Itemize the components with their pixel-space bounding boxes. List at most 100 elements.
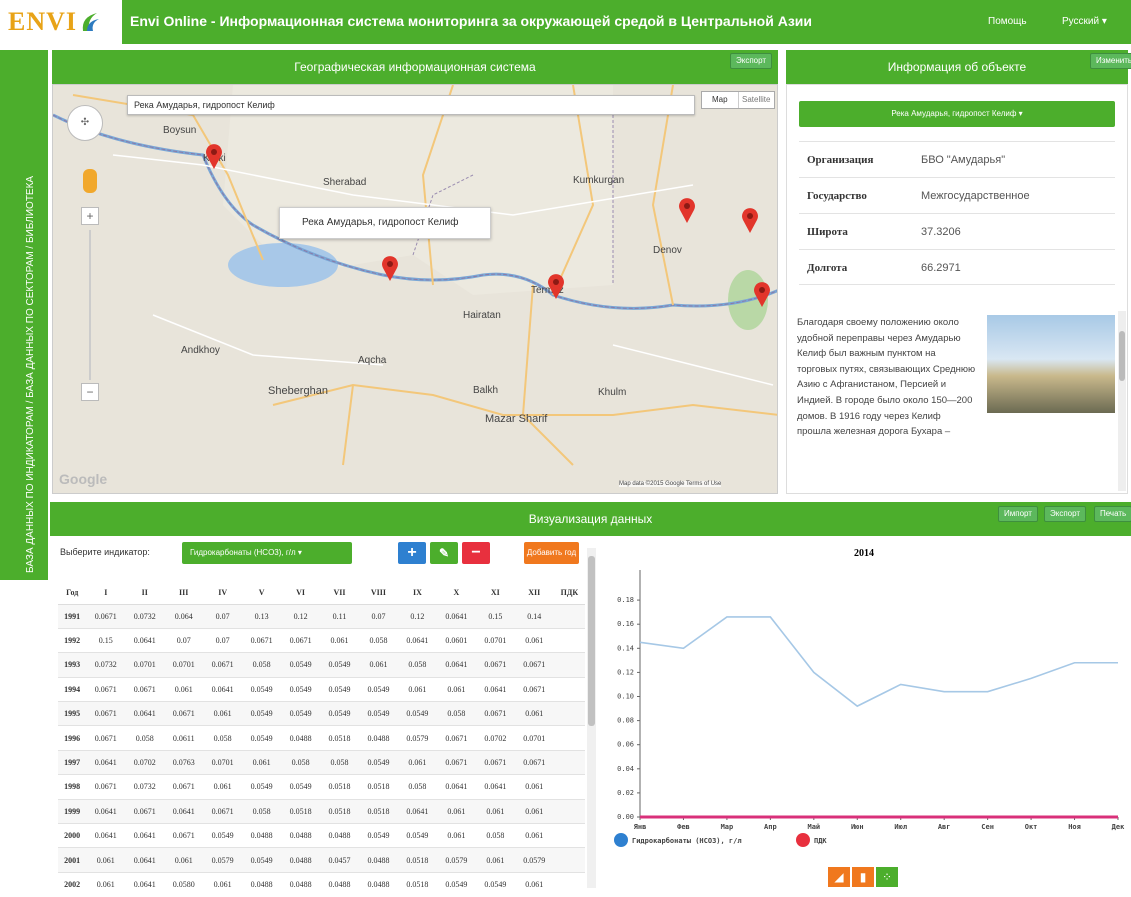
value-cell[interactable]: 0.061 <box>359 652 398 678</box>
map-marker-icon[interactable] <box>381 255 399 281</box>
value-cell[interactable]: 0.0641 <box>436 652 476 678</box>
year-cell[interactable]: 1992 <box>58 627 87 653</box>
legend-label[interactable]: ПДК <box>814 837 827 845</box>
year-cell[interactable]: 1993 <box>58 652 87 678</box>
value-cell[interactable]: 0.0579 <box>514 847 554 873</box>
value-cell[interactable]: 0.058 <box>203 725 243 751</box>
value-cell[interactable]: 0.0488 <box>281 871 321 897</box>
map-type-map[interactable]: Map <box>702 92 738 108</box>
value-cell[interactable]: 0.0701 <box>514 725 554 751</box>
envi-logo[interactable]: ENVI <box>0 0 122 44</box>
value-cell[interactable] <box>553 627 585 653</box>
year-cell[interactable]: 1997 <box>58 749 87 775</box>
map-info-popup[interactable]: Река Амударья, гидропост Келиф <box>279 207 491 239</box>
value-cell[interactable] <box>553 774 585 800</box>
value-cell[interactable] <box>553 847 585 873</box>
area-chart-button[interactable]: ◢ <box>828 867 850 887</box>
value-cell[interactable]: 0.0549 <box>475 871 515 897</box>
value-cell[interactable]: 0.064 <box>164 603 204 629</box>
indicator-dropdown[interactable]: Гидрокарбонаты (HCO3), г/л ▾ <box>182 542 352 564</box>
table-scrollbar[interactable] <box>587 548 596 888</box>
value-cell[interactable]: 0.15 <box>86 627 126 653</box>
value-cell[interactable]: 0.0549 <box>203 823 243 848</box>
value-cell[interactable]: 0.0549 <box>242 701 282 726</box>
value-cell[interactable]: 0.07 <box>203 627 243 653</box>
value-cell[interactable]: 0.0641 <box>86 749 126 775</box>
value-cell[interactable]: 0.0641 <box>164 798 204 824</box>
value-cell[interactable]: 0.0671 <box>436 725 476 751</box>
value-cell[interactable]: 0.061 <box>242 749 282 775</box>
value-cell[interactable]: 0.0549 <box>242 847 282 873</box>
value-cell[interactable] <box>553 652 585 678</box>
value-cell[interactable]: 0.0488 <box>320 823 359 848</box>
table-row[interactable]: 2000 0.0641 0.0641 0.0671 0.0549 0.0488 0.0488… <box>58 823 585 848</box>
value-cell[interactable]: 0.0579 <box>436 847 476 873</box>
value-cell[interactable] <box>553 823 585 848</box>
column-header[interactable]: IX <box>397 582 437 605</box>
value-cell[interactable]: 0.07 <box>164 627 204 653</box>
value-cell[interactable]: 0.0488 <box>359 725 398 751</box>
value-cell[interactable]: 0.0641 <box>203 676 243 702</box>
value-cell[interactable]: 0.061 <box>514 701 554 726</box>
column-header[interactable]: III <box>164 582 204 605</box>
year-cell[interactable]: 1994 <box>58 676 87 702</box>
value-cell[interactable]: 0.0579 <box>397 725 437 751</box>
map-marker-icon[interactable] <box>741 207 759 233</box>
value-cell[interactable]: 0.061 <box>514 823 554 848</box>
value-cell[interactable]: 0.0641 <box>86 823 126 848</box>
map-type-satellite[interactable]: Satellite <box>737 92 775 108</box>
value-cell[interactable]: 0.0518 <box>320 725 359 751</box>
value-cell[interactable]: 0.0671 <box>125 798 165 824</box>
legend-toggle-icon[interactable] <box>796 833 810 847</box>
value-cell[interactable]: 0.0671 <box>475 749 515 775</box>
value-cell[interactable]: 0.0641 <box>397 798 437 824</box>
value-cell[interactable]: 0.0641 <box>125 823 165 848</box>
value-cell[interactable]: 0.0671 <box>125 676 165 702</box>
map-search-input[interactable]: Река Амударья, гидропост Келиф <box>127 95 695 115</box>
print-button[interactable]: Печать <box>1094 506 1131 522</box>
value-cell[interactable]: 0.0549 <box>359 749 398 775</box>
value-cell[interactable]: 0.061 <box>514 774 554 800</box>
value-cell[interactable]: 0.15 <box>475 603 515 629</box>
info-edit-button[interactable]: Изменить <box>1090 53 1131 69</box>
value-cell[interactable] <box>553 798 585 824</box>
zoom-in-icon[interactable]: + <box>81 207 99 225</box>
value-cell[interactable]: 0.058 <box>436 701 476 726</box>
database-side-tab[interactable]: БАЗА ДАННЫХ ПО ИНДИКАТОРАМ / БАЗА ДАННЫХ… <box>0 50 48 580</box>
value-cell[interactable]: 0.058 <box>125 725 165 751</box>
value-cell[interactable] <box>553 871 585 897</box>
value-cell[interactable]: 0.061 <box>514 798 554 824</box>
table-row[interactable]: 2002 0.061 0.0641 0.0580 0.061 0.0488 0.0488 0.… <box>58 871 585 897</box>
value-cell[interactable]: 0.058 <box>397 774 437 800</box>
add-row-button[interactable]: + <box>398 542 426 564</box>
value-cell[interactable]: 0.0671 <box>514 652 554 678</box>
value-cell[interactable]: 0.0549 <box>359 701 398 726</box>
value-cell[interactable]: 0.0641 <box>125 627 165 653</box>
table-row[interactable]: 1992 0.15 0.0641 0.07 0.07 0.0671 0.0671 0.061 0… <box>58 627 585 653</box>
bar-chart-button[interactable]: ▮ <box>852 867 874 887</box>
value-cell[interactable]: 0.0488 <box>242 871 282 897</box>
value-cell[interactable]: 0.07 <box>359 603 398 629</box>
value-cell[interactable]: 0.0549 <box>281 701 321 726</box>
object-select-dropdown[interactable]: Река Амударья, гидропост Келиф ▾ <box>799 101 1115 127</box>
value-cell[interactable]: 0.058 <box>242 798 282 824</box>
value-cell[interactable]: 0.0549 <box>281 774 321 800</box>
value-cell[interactable]: 0.058 <box>359 627 398 653</box>
value-cell[interactable]: 0.061 <box>475 847 515 873</box>
value-cell[interactable]: 0.0518 <box>397 847 437 873</box>
value-cell[interactable]: 0.0518 <box>359 774 398 800</box>
value-cell[interactable]: 0.14 <box>514 603 554 629</box>
help-link[interactable]: Помощь <box>988 16 1027 27</box>
value-cell[interactable]: 0.0488 <box>359 871 398 897</box>
value-cell[interactable]: 0.058 <box>320 749 359 775</box>
column-header[interactable]: Год <box>58 582 87 605</box>
value-cell[interactable]: 0.0549 <box>281 676 321 702</box>
value-cell[interactable]: 0.061 <box>514 871 554 897</box>
value-cell[interactable]: 0.0641 <box>397 627 437 653</box>
value-cell[interactable]: 0.061 <box>320 627 359 653</box>
value-cell[interactable]: 0.0641 <box>475 774 515 800</box>
column-header[interactable]: IV <box>203 582 243 605</box>
value-cell[interactable]: 0.0671 <box>436 749 476 775</box>
value-cell[interactable]: 0.0671 <box>203 652 243 678</box>
value-cell[interactable]: 0.058 <box>242 652 282 678</box>
